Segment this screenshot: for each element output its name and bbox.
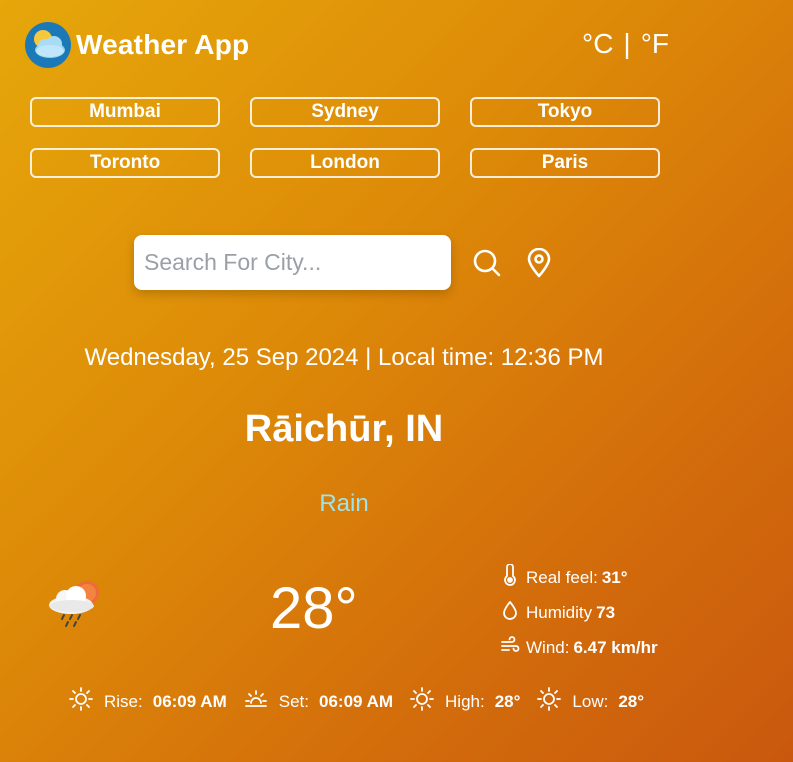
city-button-paris[interactable]: Paris — [470, 148, 660, 178]
search-box — [134, 235, 451, 290]
real-feel-label: Real feel: — [526, 567, 598, 587]
real-feel-value: 31° — [601, 567, 628, 587]
low-temp-label: Low: — [572, 691, 609, 711]
city-button-london[interactable]: London — [250, 148, 440, 178]
low-temp-item: Low: 28° — [536, 686, 660, 717]
humidity-row: Humidity 73 — [500, 595, 658, 630]
high-temp-label: High: — [445, 691, 485, 711]
sunset-icon — [243, 686, 279, 717]
location-pin-icon[interactable] — [526, 247, 552, 283]
app-title: Weather App — [76, 29, 250, 60]
humidity-label: Humidity — [526, 602, 593, 622]
city-name: Rāichūr, IN — [244, 408, 444, 450]
wind-label: Wind: — [526, 637, 570, 657]
thermometer-icon — [500, 563, 526, 591]
sunset-value: 06:09 AM — [319, 691, 394, 711]
search-input[interactable] — [134, 249, 451, 276]
wind-row: Wind: 6.47 km/hr — [500, 630, 658, 665]
low-temp-value: 28° — [618, 691, 645, 711]
droplet-icon — [500, 599, 526, 626]
wind-icon — [500, 635, 526, 660]
high-temp-value: 28° — [494, 691, 521, 711]
local-datetime: Wednesday, 25 Sep 2024 | Local time: 12:… — [84, 344, 604, 371]
city-button-mumbai[interactable]: Mumbai — [30, 97, 220, 127]
high-temp-item: High: 28° — [409, 686, 536, 717]
sunset-item: Set: 06:09 AM — [243, 686, 409, 717]
search-icon[interactable] — [472, 248, 502, 283]
weather-logo-icon — [25, 22, 71, 68]
wind-value: 6.47 km/hr — [573, 637, 658, 657]
humidity-value: 73 — [596, 602, 616, 622]
sunrise-value: 06:09 AM — [152, 691, 227, 711]
celsius-button[interactable]: °C — [582, 28, 613, 60]
sunrise-item: Rise: 06:09 AM — [68, 686, 243, 717]
rain-cloud-icon — [47, 575, 105, 638]
sun-info-row: Rise: 06:09 AM Set: 06:09 AM High: 28° L… — [68, 686, 660, 717]
sun-icon — [536, 686, 572, 717]
app-header: Weather App — [25, 22, 249, 68]
sun-icon — [68, 686, 104, 717]
city-button-toronto[interactable]: Toronto — [30, 148, 220, 178]
sunset-label: Set: — [278, 691, 309, 711]
fahrenheit-button[interactable]: °F — [641, 28, 669, 60]
city-button-tokyo[interactable]: Tokyo — [470, 97, 660, 127]
weather-condition: Rain — [319, 490, 369, 517]
city-buttons: Mumbai Sydney Tokyo Toronto London Paris — [30, 97, 660, 178]
sunrise-label: Rise: — [104, 691, 143, 711]
unit-toggle: °C | °F — [582, 28, 669, 60]
sun-icon — [409, 686, 445, 717]
weather-details: Real feel: 31° Humidity 73 Wind: 6.47 km… — [500, 560, 658, 665]
temperature: 28° — [270, 576, 358, 641]
city-button-sydney[interactable]: Sydney — [250, 97, 440, 127]
real-feel-row: Real feel: 31° — [500, 560, 658, 595]
unit-separator: | — [623, 28, 631, 59]
